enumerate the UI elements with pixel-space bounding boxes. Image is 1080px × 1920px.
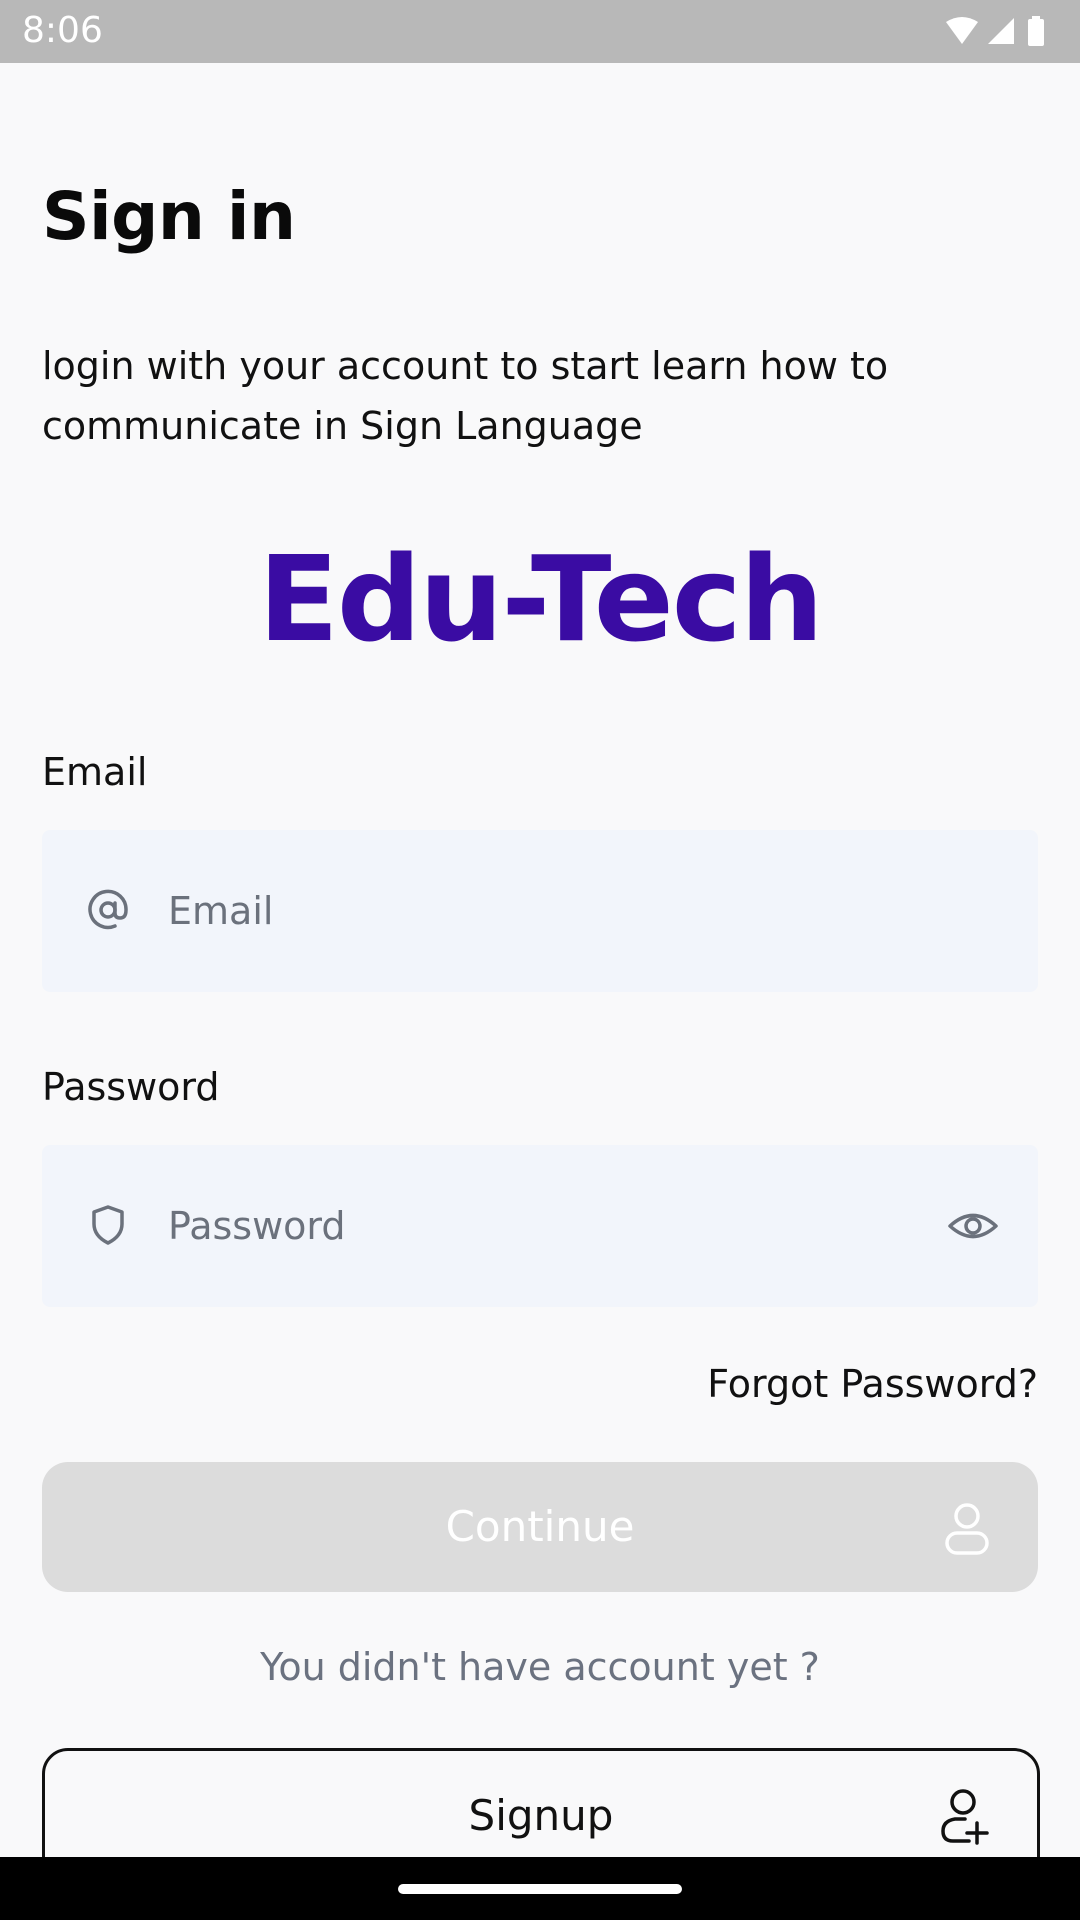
wifi-icon <box>946 17 978 44</box>
status-bar: 8:06 <box>0 0 1080 63</box>
home-gesture-handle[interactable] <box>398 1884 682 1894</box>
at-sign-icon <box>88 889 128 930</box>
email-field-container[interactable] <box>42 830 1038 992</box>
continue-button-label: Continue <box>445 1502 635 1551</box>
brand-logo-text: Edu-Tech <box>258 530 824 668</box>
status-time: 8:06 <box>22 10 103 51</box>
password-field-container[interactable] <box>42 1145 1038 1307</box>
forgot-password-link[interactable]: Forgot Password? <box>707 1362 1038 1406</box>
password-input[interactable] <box>168 1145 928 1307</box>
continue-button[interactable]: Continue <box>42 1462 1038 1592</box>
email-input[interactable] <box>168 830 928 992</box>
user-add-icon <box>941 1789 989 1845</box>
battery-icon <box>1028 16 1044 46</box>
email-label: Email <box>42 750 148 794</box>
user-icon <box>945 1503 989 1555</box>
password-label: Password <box>42 1065 220 1109</box>
status-icons <box>944 14 1054 50</box>
page-subtitle: login with your account to start learn h… <box>42 344 889 448</box>
shield-icon <box>92 1205 124 1245</box>
eye-icon[interactable] <box>946 1201 1000 1251</box>
no-account-text: You didn't have account yet ? <box>260 1645 820 1689</box>
page-title: Sign in <box>42 178 296 255</box>
navigation-bar <box>0 1857 1080 1920</box>
signal-icon <box>988 18 1014 44</box>
